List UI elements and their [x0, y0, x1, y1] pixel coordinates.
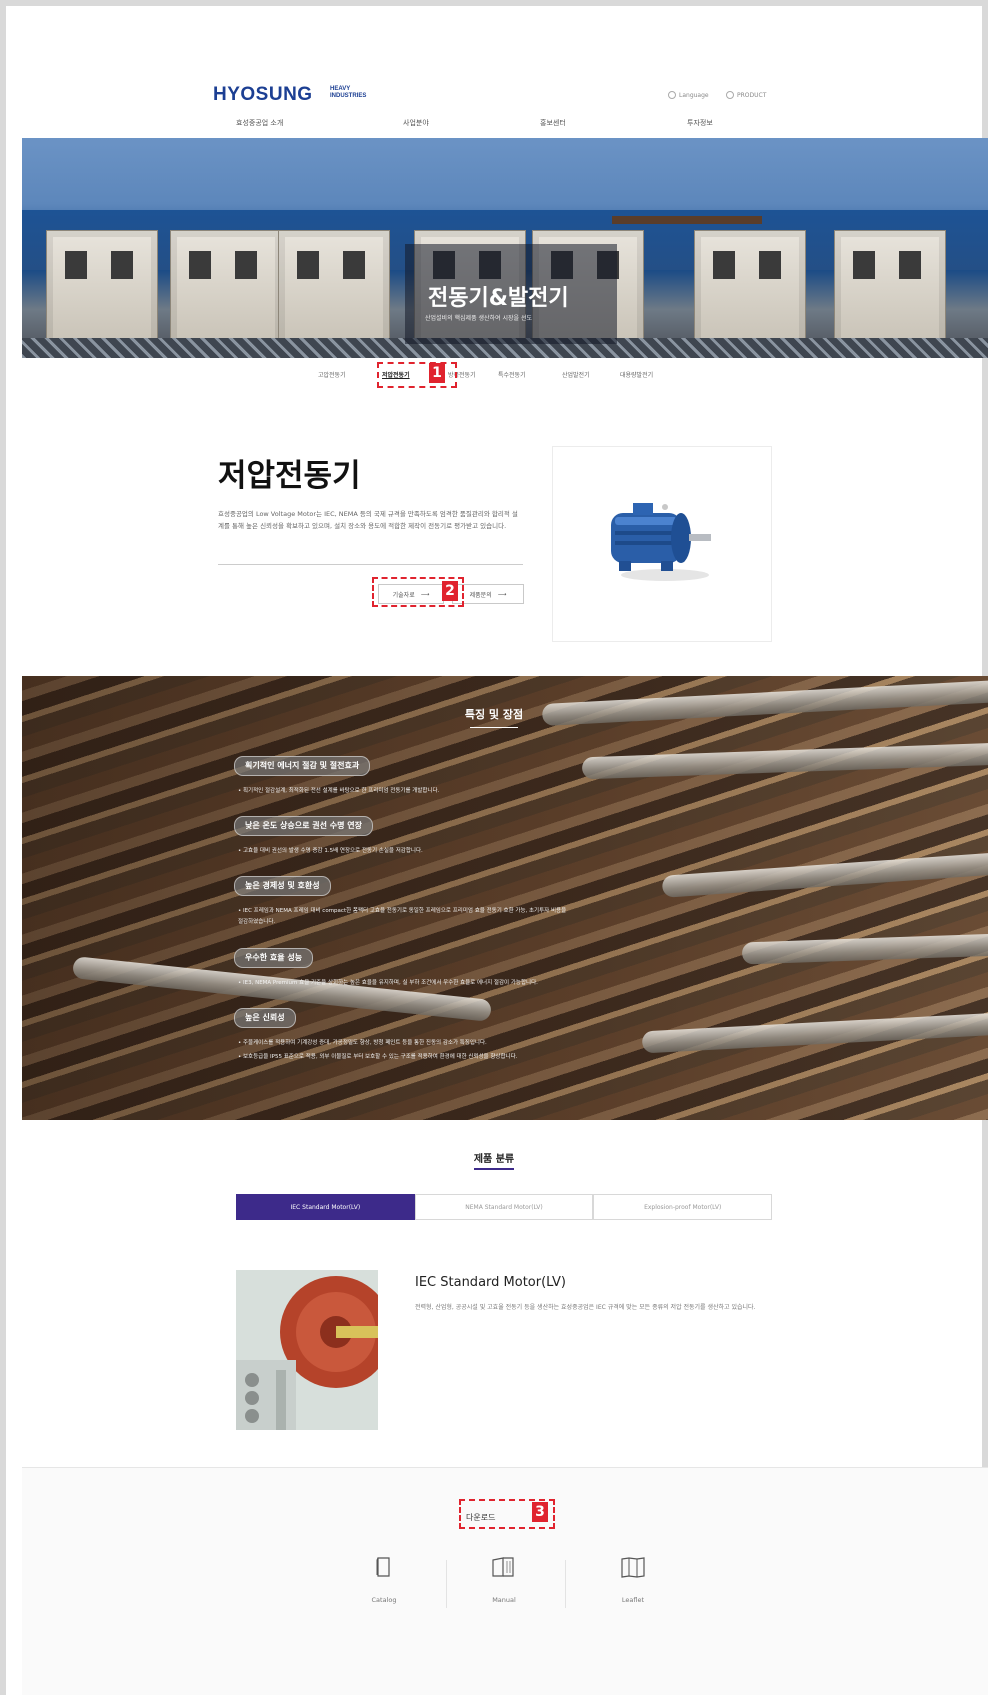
manual-label: Manual	[492, 1596, 516, 1604]
copper-rod-graphic	[661, 852, 988, 898]
inquiry-label: 제품문의	[469, 591, 492, 599]
feature-description: • IE3, NEMA Premium 효율 기준을 상회하는 높은 효율을 유…	[238, 980, 538, 986]
tab-nema-standard[interactable]: NEMA Standard Motor(LV)	[414, 1194, 594, 1220]
product-photo	[236, 1270, 378, 1430]
product-description: 전력형, 산업형, 공공시설 및 고효율 전동기 등을 생산하는 효성중공업은 …	[415, 1304, 756, 1311]
gnb-item-investor[interactable]: 투자정보	[687, 118, 713, 128]
feature-heading: 높은 신뢰성	[234, 1008, 296, 1028]
hero-banner	[22, 138, 988, 358]
copper-rod-graphic	[581, 742, 988, 780]
feature-description: • 획기적인 절감설계, 최적화된 전선 설계를 바탕으로 한 프리미엄 전동기…	[238, 788, 440, 794]
tab-iec-standard[interactable]: IEC Standard Motor(LV)	[236, 1194, 415, 1220]
feature-heading: 획기적인 에너지 절감 및 절전효과	[234, 756, 371, 776]
manual-download[interactable]: Manual	[459, 1556, 549, 1604]
product-label: PRODUCT	[737, 91, 767, 99]
catalog-download[interactable]: Catalog	[339, 1556, 429, 1604]
tab-explosion-proof[interactable]: Explosion-proof Motor(LV)	[593, 1194, 773, 1220]
machine-image	[834, 230, 946, 347]
arrow-right-icon: ⟶	[497, 590, 507, 598]
divider	[22, 1467, 988, 1468]
title-underline	[474, 1168, 514, 1170]
feature-description: • IEC 프레임과 NEMA 프레임 대비 compact한 폼팩터 고효율 …	[238, 908, 567, 914]
globe-icon	[668, 91, 676, 99]
product-link[interactable]: PRODUCT	[726, 91, 766, 99]
catalog-label: Catalog	[371, 1596, 397, 1604]
title-underline	[470, 727, 518, 728]
hero-subtitle: 산업설비의 핵심제품 생산하여 시장을 선도	[425, 315, 532, 322]
subnav-item-hv-motor[interactable]: 고압전동기	[318, 370, 346, 379]
product-image-frame	[552, 446, 772, 642]
feature-heading: 높은 경제성 및 호환성	[234, 876, 331, 896]
machine-image	[46, 230, 158, 347]
divider	[446, 1560, 447, 1608]
divider	[218, 564, 523, 565]
language-link[interactable]: Language	[668, 91, 709, 99]
ship-graphic	[612, 216, 762, 224]
language-label: Language	[679, 91, 709, 99]
callout-badge-2: 2	[442, 581, 458, 601]
callout-badge-1: 1	[429, 363, 445, 383]
feature-description: • 고효율 대비 권선의 발생 수명 증감 1.5배 연장으로 전동기 손실을 …	[238, 848, 423, 854]
callout-badge-3: 3	[532, 1502, 548, 1522]
gnb-item-business[interactable]: 사업분야	[403, 118, 429, 128]
copper-rod-graphic	[741, 933, 988, 965]
product-tabs: IEC Standard Motor(LV) NEMA Standard Mot…	[236, 1194, 773, 1220]
subnav-item-large-generator[interactable]: 대용량발전기	[620, 370, 653, 379]
feature-description: • 주물케이스를 적용하여 기계강성 증대, 가공정밀도 향상, 방청 페인트 …	[238, 1040, 487, 1046]
intro-description: 효성중공업의 Low Voltage Motor는 IEC, NEMA 등의 국…	[218, 510, 518, 530]
machine-image	[278, 230, 390, 347]
hero-title: 전동기&발전기	[428, 286, 569, 311]
catalog-icon	[376, 1557, 390, 1577]
feature-description: • 보호등급을 IP55 표준으로 적용, 외부 이물질로 부터 보호할 수 있…	[238, 1054, 518, 1060]
subnav-item-special-motor[interactable]: 특수전동기	[498, 370, 526, 379]
product-icon	[726, 91, 734, 99]
page-title: 저압전동기	[218, 458, 361, 494]
logo-subtitle: HEAVY INDUSTRIES	[330, 86, 367, 99]
gnb-item-pr[interactable]: 홍보센터	[540, 118, 566, 128]
feature-description: 절감하였습니다.	[238, 919, 276, 925]
logo[interactable]: HYOSUNG	[213, 84, 313, 106]
feature-heading: 우수한 효율 성능	[234, 948, 314, 968]
motor-image	[611, 503, 711, 581]
callout-box-1	[377, 362, 457, 388]
feature-heading: 낮은 온도 상승으로 권선 수명 연장	[234, 816, 373, 836]
products-title: 제품 분류	[473, 1154, 515, 1165]
subnav-item-generator[interactable]: 산업발전기	[562, 370, 590, 379]
manual-icon	[492, 1557, 514, 1577]
machine-image	[170, 230, 282, 347]
features-title: 특징 및 장점	[464, 708, 524, 721]
product-name: IEC Standard Motor(LV)	[415, 1275, 566, 1290]
leaflet-label: Leaflet	[621, 1596, 645, 1604]
leaflet-icon	[621, 1557, 645, 1578]
motor-closeup-image	[236, 1270, 378, 1430]
divider	[565, 1560, 566, 1608]
leaflet-download[interactable]: Leaflet	[588, 1556, 678, 1604]
gnb-item-company[interactable]: 효성중공업 소개	[236, 118, 283, 128]
machine-image	[694, 230, 806, 347]
